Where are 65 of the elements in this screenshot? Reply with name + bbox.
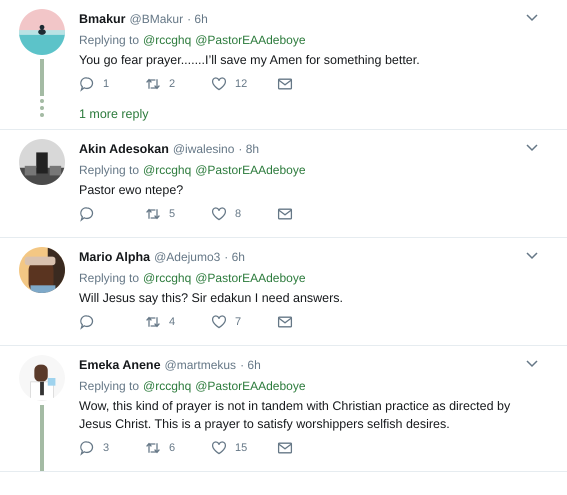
thread-dot	[40, 113, 44, 117]
tweet-time[interactable]: · 6h	[224, 247, 245, 268]
mention-link[interactable]: @PastorEAAdeboye	[195, 268, 306, 289]
more-replies-link[interactable]: 1 more reply	[79, 104, 148, 124]
user-name[interactable]: Emeka Anene	[79, 355, 161, 376]
reply-icon[interactable]	[79, 314, 95, 330]
mention-link[interactable]: @rccghq	[143, 376, 192, 397]
heart-icon[interactable]	[211, 76, 227, 92]
mail-icon[interactable]	[277, 206, 293, 222]
user-handle[interactable]: @iwalesino	[172, 139, 234, 160]
tweet-text: Wow, this kind of prayer is not in tandem with Christian practice as directed by Jesus Christ. This is a prayer to satisfy worshippers selfish desires.	[79, 398, 512, 433]
mail-icon[interactable]	[277, 314, 293, 330]
tweet-time[interactable]: · 6h	[187, 9, 208, 30]
tweet-time[interactable]: · 6h	[240, 355, 261, 376]
user-name[interactable]: Akin Adesokan	[79, 139, 169, 160]
action-count: 8	[235, 206, 242, 222]
retweet-icon[interactable]	[145, 440, 161, 456]
chevron-icon[interactable]	[525, 359, 539, 369]
mention-link[interactable]: @PastorEAAdeboye	[195, 30, 306, 51]
user-handle[interactable]: @martmekus	[164, 355, 236, 376]
mention-link[interactable]: @rccghq	[143, 30, 192, 51]
user-handle[interactable]: @Adejumo3	[154, 247, 220, 268]
chevron-icon[interactable]	[525, 143, 539, 153]
replying-label: Replying to	[79, 32, 140, 49]
replying-label: Replying to	[79, 378, 140, 395]
reply-icon[interactable]	[79, 440, 95, 456]
heart-icon[interactable]	[211, 206, 227, 222]
mention-link[interactable]: @PastorEAAdeboye	[195, 376, 306, 397]
heart-icon[interactable]	[211, 314, 227, 330]
tweet-text: Pastor ewo ntepe?	[79, 182, 184, 199]
user-name[interactable]: Mario Alpha	[79, 247, 150, 268]
user-handle[interactable]: @BMakur	[130, 9, 184, 30]
mention-link[interactable]: @PastorEAAdeboye	[195, 160, 306, 181]
mention-link[interactable]: @rccghq	[143, 160, 192, 181]
action-count: 12	[235, 76, 248, 92]
action-count: 6	[169, 440, 176, 456]
chevron-icon[interactable]	[525, 251, 539, 261]
reply-icon[interactable]	[79, 206, 95, 222]
mail-icon[interactable]	[277, 440, 293, 456]
user-name[interactable]: Bmakur	[79, 9, 126, 30]
tweet-card[interactable]: Akin Adesokan @iwalesino · 8h Replying to @rccghq @PastorEAAdeboye Pastor ewo ntepe? 5 8	[0, 130, 567, 238]
retweet-icon[interactable]	[145, 314, 161, 330]
tweet-card[interactable]: Bmakur @BMakur · 6h Replying to @rccghq @PastorEAAdeboye You go fear prayer.......I’ll save my Amen for something better. 1 2 12 1 more reply	[0, 0, 567, 130]
tweet-card[interactable]: Mario Alpha @Adejumo3 · 6h Replying to @rccghq @PastorEAAdeboye Will Jesus say this? Sir edakun I need answers. 4 7	[0, 238, 567, 346]
action-count: 5	[169, 206, 176, 222]
tweet-text: You go fear prayer.......I’ll save my Amen for something better.	[79, 52, 421, 69]
action-count: 15	[235, 440, 248, 456]
thread-dot	[40, 106, 44, 110]
chevron-icon[interactable]	[525, 13, 539, 23]
retweet-icon[interactable]	[145, 206, 161, 222]
action-count: 4	[169, 314, 176, 330]
action-count: 2	[169, 76, 176, 92]
heart-icon[interactable]	[211, 440, 227, 456]
tweet-time[interactable]: · 8h	[238, 139, 260, 160]
thread-dot	[40, 99, 44, 103]
mail-icon[interactable]	[277, 76, 293, 92]
replying-label: Replying to	[79, 162, 140, 179]
action-count: 1	[103, 76, 110, 92]
action-count: 7	[235, 314, 242, 330]
retweet-icon[interactable]	[145, 76, 161, 92]
reply-icon[interactable]	[79, 76, 95, 92]
action-count: 3	[103, 440, 110, 456]
tweet-text: Will Jesus say this? Sir edakun I need answers.	[79, 290, 344, 307]
mention-link[interactable]: @rccghq	[143, 268, 192, 289]
replying-label: Replying to	[79, 270, 140, 287]
